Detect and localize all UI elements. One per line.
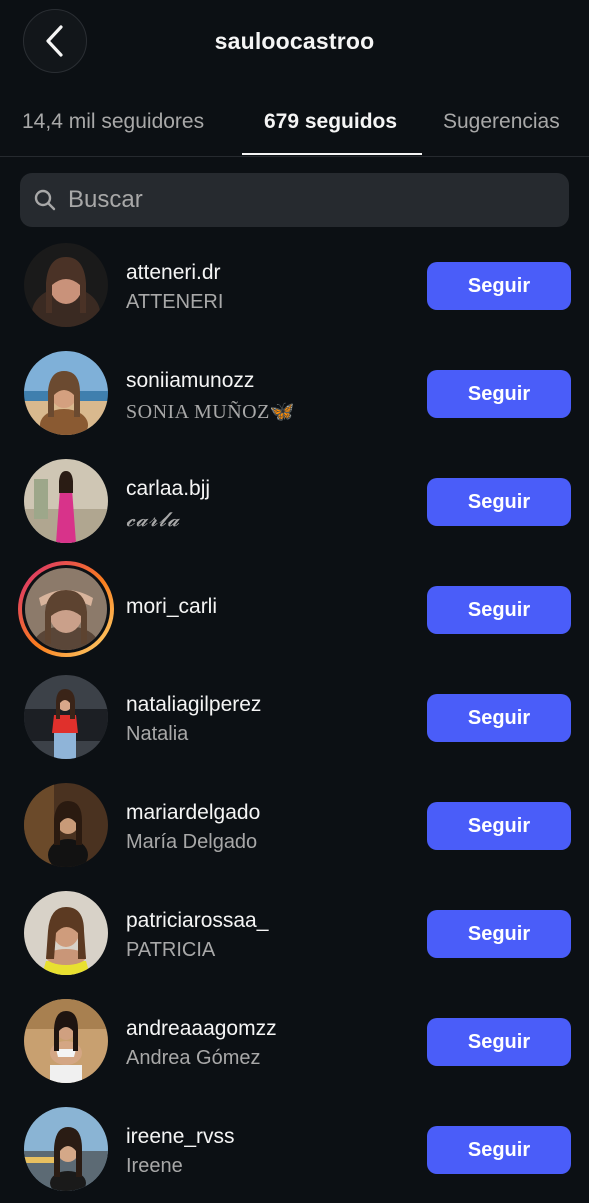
full-name: ATTENERI xyxy=(126,291,224,313)
header: sauloocastroo xyxy=(0,0,589,90)
profile-photo xyxy=(24,351,108,435)
following-list: atteneri.dr ATTENERI Seguir soniiamunozz… xyxy=(0,231,589,1203)
avatar[interactable] xyxy=(24,999,108,1083)
full-name: 𝓬𝓪𝓻𝓵𝓪 xyxy=(126,507,181,531)
username[interactable]: nataliagilperez xyxy=(126,693,261,717)
profile-photo xyxy=(24,999,108,1083)
follow-button[interactable]: Seguir xyxy=(427,1126,571,1174)
avatar[interactable] xyxy=(24,351,108,435)
profile-photo xyxy=(24,243,108,327)
follow-button[interactable]: Seguir xyxy=(427,370,571,418)
avatar[interactable] xyxy=(24,675,108,759)
full-name: Andrea Gómez xyxy=(126,1047,261,1069)
avatar[interactable] xyxy=(24,891,108,975)
list-item[interactable]: atteneri.dr ATTENERI Seguir xyxy=(0,231,589,339)
profile-photo xyxy=(24,783,108,867)
page-title: sauloocastroo xyxy=(214,28,375,54)
avatar xyxy=(22,565,110,653)
avatar[interactable] xyxy=(24,243,108,327)
full-name: PATRICIA xyxy=(126,939,216,961)
username[interactable]: mariardelgado xyxy=(126,801,260,825)
list-item[interactable]: andreaaagomzz Andrea Gómez Seguir xyxy=(0,987,589,1095)
username[interactable]: ireene_rvss xyxy=(126,1125,235,1149)
tab-bar: 14,4 mil seguidores 679 seguidos Sugeren… xyxy=(0,96,589,157)
tab-followers[interactable]: 14,4 mil seguidores xyxy=(22,110,204,134)
active-tab-indicator xyxy=(242,153,422,155)
username[interactable]: mori_carli xyxy=(126,595,217,619)
tab-following[interactable]: 679 seguidos xyxy=(264,110,397,134)
search-icon xyxy=(34,189,56,211)
list-item[interactable]: mariardelgado María Delgado Seguir xyxy=(0,771,589,879)
avatar[interactable] xyxy=(24,783,108,867)
profile-photo xyxy=(24,459,108,543)
username[interactable]: soniiamunozz xyxy=(126,369,254,393)
follow-button[interactable]: Seguir xyxy=(427,694,571,742)
profile-photo xyxy=(24,675,108,759)
username[interactable]: patriciarossaa_ xyxy=(126,909,268,933)
full-name: María Delgado xyxy=(126,831,258,853)
profile-photo xyxy=(24,1107,108,1191)
profile-photo xyxy=(24,891,108,975)
avatar[interactable] xyxy=(24,459,108,543)
tab-suggestions[interactable]: Sugerencias xyxy=(443,110,560,134)
story-ring[interactable] xyxy=(18,561,114,657)
profile-photo xyxy=(25,568,107,650)
search-bar[interactable] xyxy=(20,173,569,227)
list-item[interactable]: carlaa.bjj 𝓬𝓪𝓻𝓵𝓪 Seguir xyxy=(0,447,589,555)
avatar[interactable] xyxy=(24,1107,108,1191)
search-input[interactable] xyxy=(68,173,548,227)
list-item[interactable]: ireene_rvss Ireene Seguir xyxy=(0,1095,589,1203)
follow-button[interactable]: Seguir xyxy=(427,802,571,850)
full-name: SONIA MUÑOZ🦋 xyxy=(126,401,296,423)
username[interactable]: carlaa.bjj xyxy=(126,477,210,501)
list-item[interactable]: mori_carli Seguir xyxy=(0,555,589,663)
follow-button[interactable]: Seguir xyxy=(427,586,571,634)
follow-button[interactable]: Seguir xyxy=(427,262,571,310)
username[interactable]: atteneri.dr xyxy=(126,261,221,285)
full-name: Natalia xyxy=(126,723,189,745)
follow-button[interactable]: Seguir xyxy=(427,478,571,526)
list-item[interactable]: nataliagilperez Natalia Seguir xyxy=(0,663,589,771)
follow-button[interactable]: Seguir xyxy=(427,1018,571,1066)
full-name: Ireene xyxy=(126,1155,183,1177)
username[interactable]: andreaaagomzz xyxy=(126,1017,277,1041)
list-item[interactable]: soniiamunozz SONIA MUÑOZ🦋 Seguir xyxy=(0,339,589,447)
follow-button[interactable]: Seguir xyxy=(427,910,571,958)
list-item[interactable]: patriciarossaa_ PATRICIA Seguir xyxy=(0,879,589,987)
